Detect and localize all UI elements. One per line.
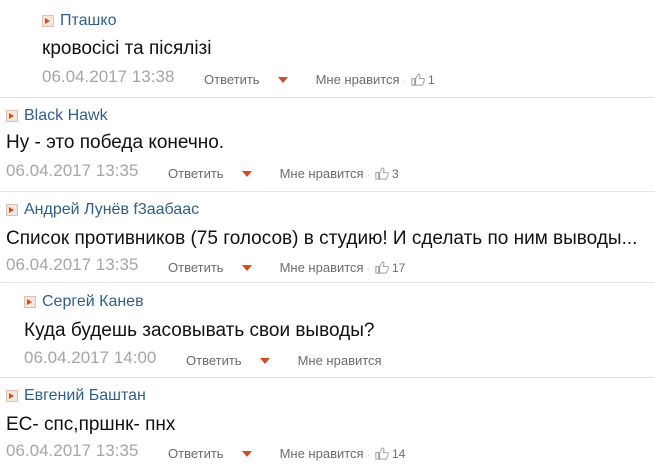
comment-text: ЕС- спс,пршнк- пнх: [6, 414, 176, 435]
reply-button[interactable]: Ответить: [168, 446, 224, 461]
comment-date: 06.04.2017 13:35: [6, 161, 139, 180]
dropdown-arrow-icon[interactable]: [259, 358, 270, 364]
like-button[interactable]: Мне нравится: [298, 353, 382, 368]
like-button[interactable]: Мне нравится: [316, 72, 400, 87]
comment-text: Ну - это победа конечно.: [6, 132, 225, 153]
dropdown-arrow-icon[interactable]: [241, 171, 252, 177]
separator-dot: ·: [366, 170, 370, 181]
comment-date: 06.04.2017 14:00: [24, 348, 157, 367]
comment-text: Список противников (75 голосов) в студию…: [6, 228, 638, 249]
like-count: 17: [391, 261, 406, 275]
user-icon: [6, 204, 18, 216]
like-button[interactable]: Мне нравится: [280, 166, 364, 181]
dropdown-arrow-icon[interactable]: [277, 77, 288, 83]
comment-date: 06.04.2017 13:35: [6, 255, 139, 274]
user-icon: [24, 296, 36, 308]
reply-button[interactable]: Ответить: [168, 260, 224, 275]
comment-author[interactable]: Сергей Канев: [42, 293, 144, 311]
thumbs-up-icon[interactable]: [374, 446, 389, 461]
user-icon: [6, 110, 18, 122]
divider: [0, 282, 655, 283]
separator-dot: ·: [402, 76, 406, 87]
divider: [0, 97, 655, 98]
comment-author[interactable]: Black Hawk: [24, 107, 108, 125]
like-button[interactable]: Мне нравится: [280, 260, 364, 275]
reply-button[interactable]: Ответить: [186, 353, 242, 368]
comment-date: 06.04.2017 13:38: [42, 67, 175, 86]
thumbs-up-icon[interactable]: [374, 166, 389, 181]
user-icon: [6, 390, 18, 402]
reply-button[interactable]: Ответить: [168, 166, 224, 181]
comment-author[interactable]: Пташко: [60, 12, 116, 30]
user-icon: [42, 15, 54, 27]
comment-date: 06.04.2017 13:35: [6, 441, 139, 460]
comment-text: кровосісі та пісялізі: [42, 38, 212, 59]
comment-text: Куда будешь засовывать свои выводы?: [24, 320, 375, 341]
thumbs-up-icon[interactable]: [410, 72, 425, 87]
like-count: 14: [391, 447, 406, 461]
reply-button[interactable]: Ответить: [204, 72, 260, 87]
comment-author[interactable]: Евгений Баштан: [24, 387, 146, 405]
like-count: 1: [427, 73, 435, 87]
dropdown-arrow-icon[interactable]: [241, 451, 252, 457]
dropdown-arrow-icon[interactable]: [241, 265, 252, 271]
separator-dot: ·: [366, 450, 370, 461]
comment-author[interactable]: Андрей Лунёв f3aабаас: [24, 201, 199, 219]
divider: [0, 377, 655, 378]
like-button[interactable]: Мне нравится: [280, 446, 364, 461]
like-count: 3: [391, 167, 399, 181]
divider: [0, 191, 655, 192]
thumbs-up-icon[interactable]: [374, 260, 389, 275]
separator-dot: ·: [366, 264, 370, 275]
